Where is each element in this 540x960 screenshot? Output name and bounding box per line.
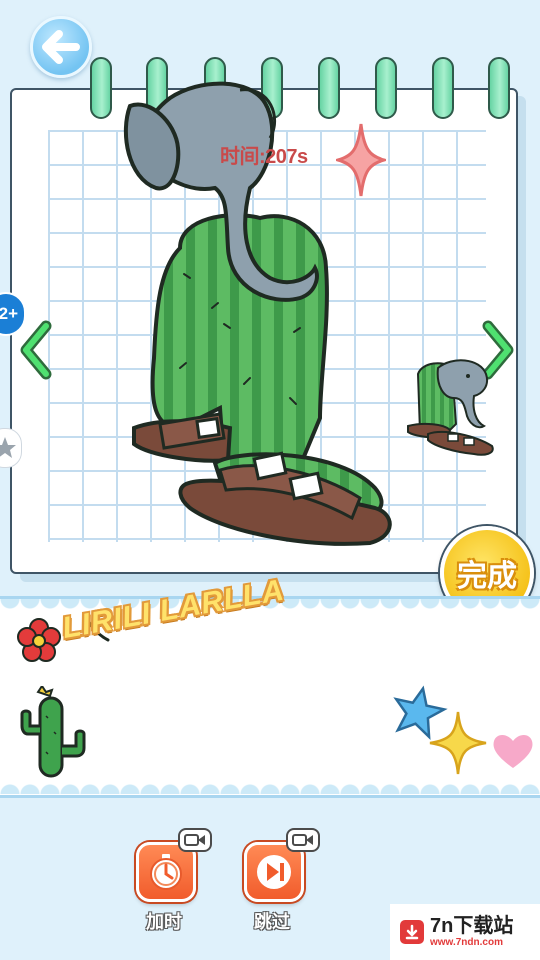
video-ad-badge (286, 828, 320, 852)
timer-label: 时间:207s (220, 146, 308, 168)
download-icon (400, 920, 424, 944)
notebook-ring (432, 57, 454, 119)
target-thumbnail (407, 359, 494, 456)
heart-decoration-icon (493, 734, 533, 768)
video-camera-icon (184, 834, 205, 846)
video-camera-icon (292, 834, 313, 846)
watermark-title: 7n下载站 (430, 915, 514, 937)
flower-icon (17, 618, 61, 662)
sparkle-icon (336, 123, 386, 197)
star-badge[interactable] (0, 428, 22, 468)
prev-arrow-button[interactable] (18, 320, 54, 380)
watermark-url: www.7ndn.com (430, 937, 503, 948)
star-icon (0, 437, 16, 458)
complete-label: 完成 (457, 560, 517, 593)
add-time-label: 加时 (146, 912, 182, 932)
arrow-left-icon (42, 30, 80, 64)
video-ad-badge (178, 828, 212, 852)
back-button[interactable] (30, 16, 92, 78)
cactus-icon (20, 686, 86, 778)
notebook-ring (90, 57, 112, 119)
notebook-ring (488, 57, 510, 119)
lyrics-text: LIRILI LARLLA (59, 573, 287, 646)
scallop-bottom (0, 778, 540, 794)
sparkle-decoration-icon (429, 711, 487, 775)
site-watermark: 7n下载站 www.7ndn.com (390, 904, 540, 960)
skip-icon (257, 855, 291, 889)
stopwatch-icon (150, 854, 182, 890)
skip-label: 跳过 (254, 912, 290, 932)
